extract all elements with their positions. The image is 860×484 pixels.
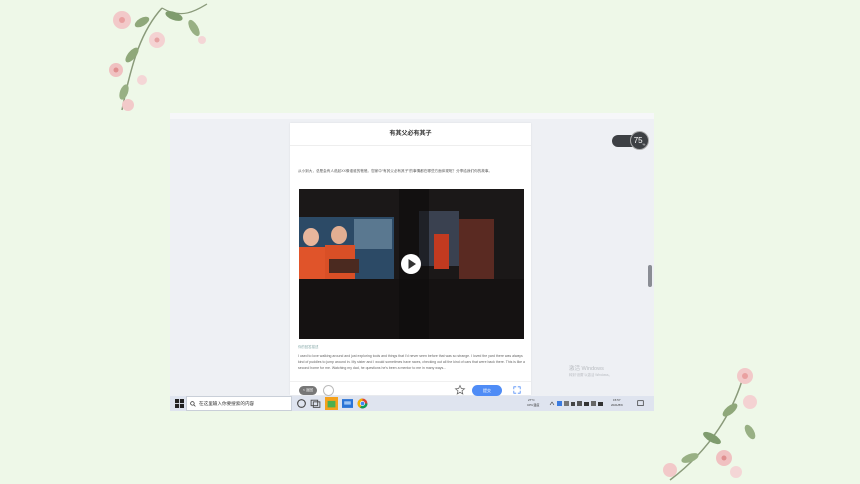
system-tray: 27°C CPU温度 15:57 2021/8/9 <box>525 398 653 410</box>
flower-branch-decoration <box>663 368 757 481</box>
info-button[interactable] <box>323 385 334 396</box>
taskbar-search-input[interactable]: 在这里输入你要搜索的内容 <box>186 396 292 411</box>
search-placeholder: 在这里输入你要搜索的内容 <box>199 401 255 406</box>
weather-temp: 27°C <box>528 398 535 402</box>
speed-value: 75 <box>633 136 643 145</box>
page-title: 有其父必有其子 <box>290 123 531 146</box>
task-view-icon[interactable] <box>296 398 307 409</box>
intro-text: 从小到大，总是会有人说起XX像谁谁的爸爸。您家中“有其父必有其子”的事情都在哪些… <box>298 169 493 173</box>
star-icon[interactable] <box>454 384 466 396</box>
screenshot-screen: 有其父必有其子 从小到大，总是会有人说起XX像谁谁的爸爸。您家中“有其父必有其子… <box>170 113 654 411</box>
answer-paragraph: I used to love walking around and just e… <box>298 354 525 370</box>
taskbar: 在这里输入你要搜索的内容 27°C CPU温度 15:57 2021/8/9 <box>170 396 654 411</box>
notification-icon[interactable] <box>637 400 644 407</box>
play-icon[interactable] <box>400 253 422 275</box>
speed-gauge: 75% <box>630 131 649 150</box>
answer-card: 有其父必有其子 从小到大，总是会有人说起XX像谁谁的爸爸。您家中“有其父必有其子… <box>290 123 531 396</box>
bottom-toolbar: < 返回 提交 <box>290 381 531 396</box>
flower-branch-decoration <box>109 3 208 111</box>
tray-icons[interactable] <box>549 400 609 407</box>
app-icon-orange[interactable] <box>325 397 338 410</box>
watermark-line1: 激活 Windows <box>569 366 604 372</box>
search-icon <box>190 401 196 407</box>
video-player[interactable] <box>299 189 524 339</box>
clock-date: 2021/8/9 <box>611 403 623 407</box>
app-icon-blue[interactable] <box>342 398 353 409</box>
fullscreen-icon[interactable] <box>513 386 521 394</box>
browser-top-strip <box>170 113 654 119</box>
scrollbar[interactable] <box>648 265 652 287</box>
clock-time: 15:57 <box>613 398 621 402</box>
speed-unit: % <box>642 142 646 147</box>
back-button[interactable]: < 返回 <box>299 386 317 395</box>
cpu-temp-label: CPU温度 <box>527 403 540 407</box>
windows-start-icon[interactable] <box>175 399 184 408</box>
multitask-icon[interactable] <box>310 398 321 409</box>
watermark-line2: 转到“设置”以激活 Windows。 <box>569 373 612 377</box>
chrome-icon[interactable] <box>357 398 368 409</box>
speed-widget[interactable]: 75% <box>612 131 652 150</box>
video-caption: 你的回答描述 <box>298 345 319 349</box>
submit-button[interactable]: 提交 <box>472 385 502 396</box>
windows-activation-watermark: 激活 Windows 转到“设置”以激活 Windows。 <box>569 364 612 377</box>
